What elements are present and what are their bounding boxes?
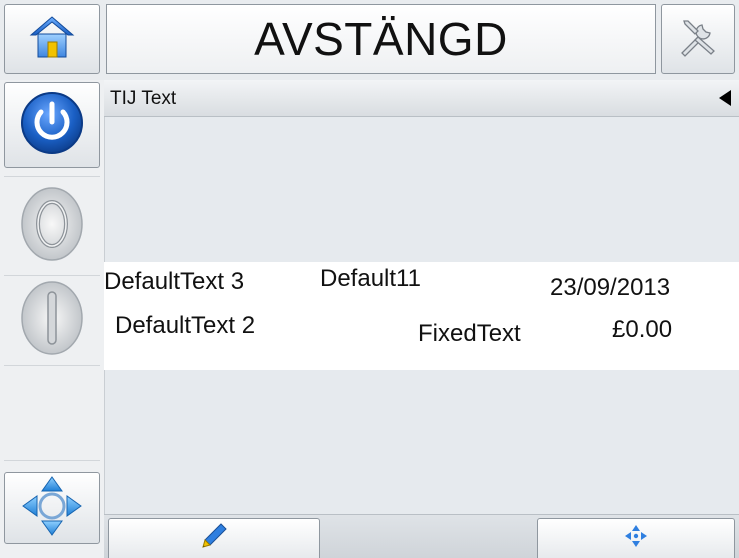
home-icon	[28, 14, 76, 65]
pencil-icon	[199, 521, 229, 556]
status-title-bar: AVSTÄNGD	[106, 4, 656, 74]
home-button[interactable]	[4, 4, 100, 74]
tools-button[interactable]	[661, 4, 735, 74]
status-title: AVSTÄNGD	[254, 13, 508, 65]
label-field-text[interactable]: DefaultText 2	[115, 312, 255, 340]
label-field-text[interactable]: FixedText	[418, 320, 521, 348]
tools-icon	[676, 15, 720, 64]
edit-button[interactable]	[108, 518, 320, 558]
panel-header-label: TIJ Text	[110, 88, 177, 109]
sidebar-divider	[4, 176, 100, 177]
jet-stop-button[interactable]	[4, 278, 100, 362]
label-field-date[interactable]: 23/09/2013	[550, 274, 670, 302]
move-arrows-icon	[624, 524, 648, 553]
jet-start-icon	[19, 184, 85, 269]
sidebar-divider	[4, 460, 100, 461]
navigation-arrows-icon	[21, 475, 83, 542]
label-field-price[interactable]: £0.00	[612, 316, 672, 344]
power-button[interactable]	[4, 82, 100, 168]
navigation-button[interactable]	[4, 472, 100, 544]
jet-start-button[interactable]	[4, 180, 100, 272]
move-button[interactable]	[537, 518, 735, 558]
panel-header[interactable]: TIJ Text	[104, 80, 739, 117]
collapse-arrow-icon[interactable]	[719, 90, 731, 106]
label-field-text[interactable]: DefaultText 3	[104, 268, 244, 296]
jet-stop-icon	[19, 278, 85, 363]
label-field-text[interactable]: Default11	[320, 265, 421, 293]
sidebar-divider	[4, 275, 100, 276]
sidebar-divider	[4, 365, 100, 366]
power-icon	[19, 90, 85, 161]
label-preview[interactable]: DefaultText 3 Default11 23/09/2013 Defau…	[104, 262, 739, 370]
